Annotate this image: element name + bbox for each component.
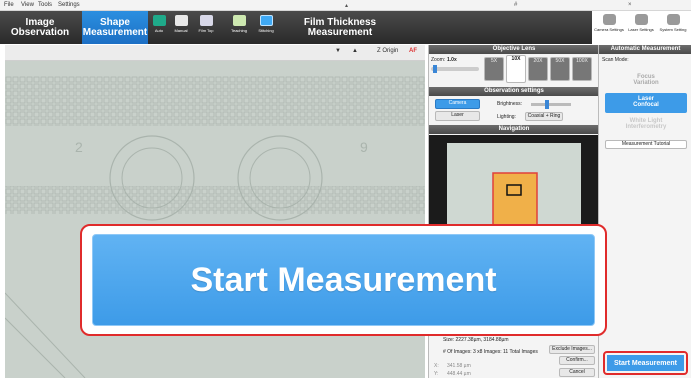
zoom-slider[interactable] (431, 65, 479, 73)
menu-settings[interactable]: Settings (58, 2, 80, 8)
laser-settings-button[interactable]: Laser Settings (626, 14, 656, 32)
viewer-toolbar: ▼ ▲ Z Origin AF (5, 45, 425, 61)
z-down-icon[interactable]: ▼ (335, 48, 341, 54)
tab-label: Shape (99, 16, 130, 28)
mode-white-light-interferometry[interactable]: White Light Interferometry (605, 115, 687, 135)
brightness-slider-thumb[interactable] (545, 100, 549, 109)
auto-icon (152, 15, 166, 26)
start-measurement-button[interactable]: Start Measurement (607, 355, 684, 371)
minimize-icon[interactable]: ▴ (345, 2, 348, 9)
x-label: X: (434, 363, 439, 369)
subtab-manual[interactable]: Manual (170, 15, 192, 33)
tab-shape-measurement[interactable]: Shape Measurement (82, 11, 148, 44)
automatic-measurement-panel: Automatic Measurement Scan Mode: Focus Va… (598, 45, 691, 378)
z-up-icon[interactable]: ▲ (352, 48, 358, 54)
close-icon[interactable]: × (628, 2, 632, 8)
start-measurement-callout: Start Measurement (80, 224, 607, 336)
brightness-slider[interactable] (531, 100, 571, 109)
subtab-label: Film Top (198, 28, 214, 33)
tool-label: Camera Settings (594, 27, 624, 32)
subtab-label: Auto (154, 28, 164, 33)
mode-laser-confocal[interactable]: Laser Confocal (605, 93, 687, 113)
size-readout: Size: 2227.38µm, 3184.88µm (443, 337, 509, 343)
tab-image-observation[interactable]: Image Observation (0, 11, 80, 44)
lens-50x[interactable]: 50X (550, 57, 570, 81)
measurement-tutorial-button[interactable]: Measurement Tutorial (605, 140, 687, 149)
tool-label: Laser Settings (628, 27, 654, 32)
camera-settings-button[interactable]: Camera Settings (594, 14, 624, 32)
start-measurement-button-large[interactable]: Start Measurement (92, 234, 595, 326)
z-origin-button[interactable]: Z Origin (377, 48, 398, 54)
observation-settings-title: Observation settings (429, 87, 599, 96)
lens-5x[interactable]: 5X (484, 57, 504, 81)
confirm-button[interactable]: Confirm... (559, 356, 595, 365)
scan-mode-label: Scan Mode: (602, 57, 629, 63)
ribbon: Image Observation Shape Measurement Auto… (0, 11, 691, 44)
mode-focus-variation[interactable]: Focus Variation (605, 71, 687, 91)
subtab-label: Manual (174, 28, 188, 33)
subtab-label: Teaching (230, 28, 247, 33)
wafer-number-right: 9 (360, 139, 368, 155)
zoom-slider-thumb[interactable] (433, 65, 437, 73)
menu-view[interactable]: View (21, 2, 34, 8)
tab-film-thickness[interactable]: Film Thickness Measurement (300, 11, 380, 44)
menu-bar: File View Tools Settings ▴ # × (0, 0, 691, 11)
system-settings-icon (666, 14, 680, 25)
objective-lens-title: Objective Lens (429, 45, 599, 54)
lens-100x[interactable]: 100X (572, 57, 592, 81)
zoom-label: Zoom: (431, 57, 446, 63)
manual-icon (174, 15, 188, 26)
y-label: Y: (434, 371, 439, 377)
mode-label: Variation (633, 80, 659, 86)
cancel-button[interactable]: Cancel (559, 368, 595, 377)
mode-label: Interferometry (625, 124, 667, 130)
tab-label: Measurement (307, 26, 373, 38)
laser-button[interactable]: Laser (435, 111, 480, 121)
tab-label: Film Thickness (303, 16, 377, 28)
lighting-label: Lighting: (497, 114, 516, 120)
film-top-icon (199, 15, 213, 26)
lens-turret: 5X 10X 20X 50X 100X (484, 55, 594, 83)
brightness-label: Brightness: (497, 101, 523, 107)
y-coordinate: 448.44 µm (447, 371, 471, 377)
subtab-auto[interactable]: Auto (148, 15, 170, 33)
camera-button[interactable]: Camera (435, 99, 480, 109)
teaching-icon (232, 15, 246, 26)
images-readout: # Of Images: 3 x8 Images: 11 Total Image… (443, 349, 538, 355)
subtab-teaching[interactable]: Teaching (228, 15, 250, 33)
menu-file[interactable]: File (4, 2, 14, 8)
tab-label: Measurement (82, 26, 148, 38)
tab-label: Observation (10, 26, 70, 38)
mode-label: Confocal (633, 102, 659, 108)
menu-tools[interactable]: Tools (38, 2, 52, 8)
subtab-label: Stitching (258, 28, 274, 33)
right-tools: Camera Settings Laser Settings System Se… (592, 11, 691, 44)
lens-20x[interactable]: 20X (528, 57, 548, 81)
lighting-select[interactable]: Coaxial + Ring (525, 112, 563, 121)
subtab-film-top[interactable]: Film Top (195, 15, 217, 33)
lens-10x[interactable]: 10X (506, 55, 526, 83)
stitching-icon (259, 15, 273, 26)
camera-settings-icon (602, 14, 616, 25)
start-measurement-highlight: Start Measurement (603, 351, 688, 375)
wafer-number-left: 2 (75, 139, 83, 155)
x-coordinate: 341.58 µm (447, 363, 471, 369)
af-button[interactable]: AF (409, 48, 417, 54)
automatic-measurement-title: Automatic Measurement (599, 45, 691, 54)
zoom-value: 1.0x (447, 57, 457, 63)
exclude-images-button[interactable]: Exclude Images... (549, 345, 595, 354)
tool-label: System Setting (659, 27, 687, 32)
subtab-stitching[interactable]: Stitching (255, 15, 277, 33)
system-settings-button[interactable]: System Setting (658, 14, 688, 32)
tab-label: Image (25, 16, 55, 28)
laser-settings-icon (634, 14, 648, 25)
app-window: File View Tools Settings ▴ # × Image Obs… (0, 0, 691, 378)
restore-icon[interactable]: # (514, 2, 517, 8)
navigation-title: Navigation (429, 125, 599, 134)
